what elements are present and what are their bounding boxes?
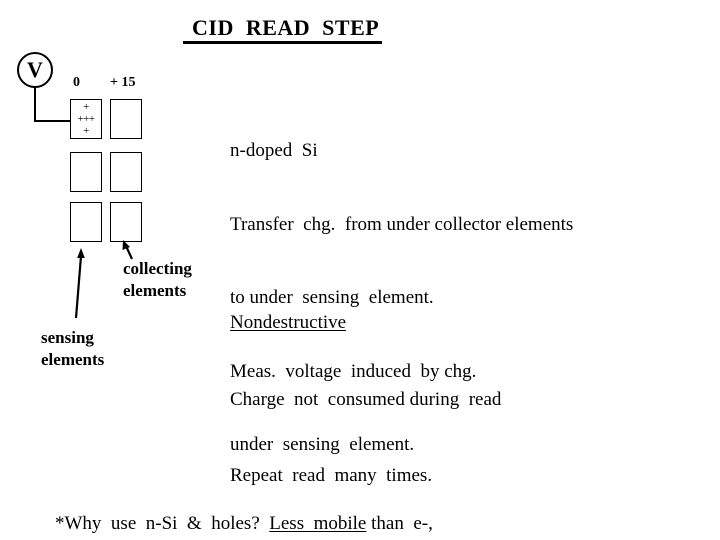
- cell-row2-col1: [110, 202, 142, 242]
- sensing-elements-arrow-icon: [74, 248, 85, 319]
- voltmeter-wire-vertical: [34, 86, 36, 122]
- cell-row1-col1: [110, 152, 142, 192]
- cell-row0-col1: [110, 99, 142, 139]
- description-line: Transfer chg. from under collector eleme…: [230, 213, 574, 235]
- nondestructive-heading: Nondestructive: [230, 312, 347, 333]
- column-label-right: + 15: [110, 75, 136, 90]
- cell-row2-col0: [70, 202, 102, 242]
- voltmeter-symbol: V: [17, 52, 53, 88]
- footnote-block: *Why use n-Si & holes? Less mobile than …: [55, 456, 433, 540]
- charge-marker-row-0: +: [83, 100, 89, 113]
- charge-marker-row-2: +: [83, 125, 89, 138]
- page-title: CID READ STEP: [183, 16, 383, 45]
- column-label-left: 0: [73, 75, 80, 90]
- charge-marker-group: + +++ +: [70, 99, 102, 139]
- slide-canvas: CID READ STEP V 0 + 15 + +++ + collectin…: [0, 0, 720, 540]
- footnote-emphasis: Less mobile: [269, 513, 367, 534]
- footnote-part-1: *Why use n-Si & holes?: [55, 513, 270, 534]
- charge-marker-row-1: +++: [77, 112, 95, 125]
- cell-row1-col0: [70, 152, 102, 192]
- sensing-elements-label: sensing elements: [41, 328, 105, 369]
- description-line: Charge not consumed during read: [230, 388, 502, 410]
- voltmeter-wire-horizontal: [34, 120, 72, 122]
- voltmeter-label: V: [27, 57, 43, 82]
- footnote-line-1: *Why use n-Si & holes? Less mobile than …: [55, 510, 433, 537]
- collecting-elements-label: collecting elements: [123, 259, 192, 300]
- description-line: n-doped Si: [230, 140, 318, 161]
- footnote-part-2: than e-,: [366, 513, 433, 534]
